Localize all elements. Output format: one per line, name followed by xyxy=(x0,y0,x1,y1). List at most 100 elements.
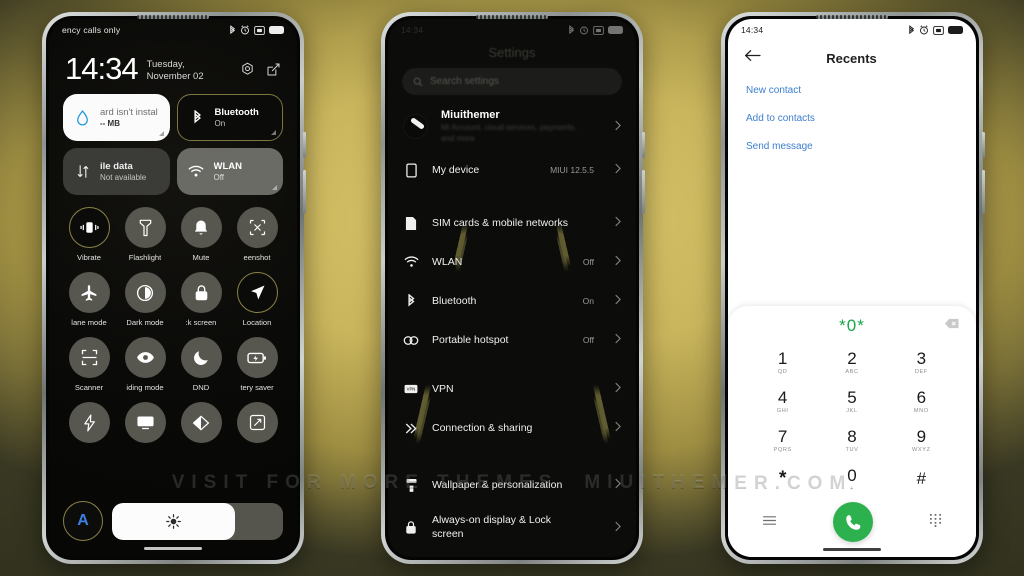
settings-row-wlan[interactable]: WLAN Off xyxy=(388,243,636,282)
brightness-slider[interactable] xyxy=(112,502,283,540)
edit-icon[interactable] xyxy=(266,62,281,77)
quick-tile-screenshot[interactable]: eenshot xyxy=(229,207,285,262)
backspace-icon[interactable] xyxy=(944,316,960,334)
link-new-contact[interactable]: New contact xyxy=(746,85,958,96)
status-icons xyxy=(229,24,284,36)
resize-handle-icon[interactable] xyxy=(272,185,277,190)
card-value: Not available xyxy=(100,173,147,182)
link-add-to-contacts[interactable]: Add to contacts xyxy=(746,113,958,124)
quick-tile-location[interactable]: Location xyxy=(229,272,285,327)
key-5[interactable]: 5 JKL xyxy=(817,383,886,420)
quick-tile-flashlight[interactable]: Flashlight xyxy=(117,207,173,262)
key-hash[interactable]: # xyxy=(887,461,956,498)
resize-handle-icon[interactable] xyxy=(271,130,276,135)
key-2[interactable]: 2 ABC xyxy=(817,344,886,381)
call-button[interactable] xyxy=(833,502,873,542)
water-drop-icon xyxy=(73,108,92,127)
key-8[interactable]: 8 TUV xyxy=(817,422,886,459)
settings-row-wallpaper[interactable]: Wallpaper & personalization xyxy=(388,466,636,505)
key-1[interactable]: 1 QD xyxy=(748,344,817,381)
phone-notification-shade: ency calls only 14:34 Tuesday, November … xyxy=(42,12,306,564)
status-bar: 14:34 xyxy=(728,19,976,41)
settings-row-portable-hotspot[interactable]: Portable hotspot Off xyxy=(388,321,636,360)
keypad-dots-icon[interactable] xyxy=(929,513,942,532)
quick-tile-scanner[interactable]: Scanner xyxy=(61,337,117,392)
chevron-right-icon xyxy=(614,331,621,349)
chevron-right-icon xyxy=(614,161,621,179)
account-name: Miuithemer xyxy=(441,109,500,121)
quick-tile-label: Mute xyxy=(192,253,210,262)
settings-row-label: Portable hotspot xyxy=(432,333,509,346)
settings-row-always-on-display[interactable]: Always-on display & Lock screen xyxy=(388,505,636,551)
dialer-footer xyxy=(728,498,976,548)
volume-button[interactable] xyxy=(303,170,306,214)
quick-tile-reading-mode[interactable]: iding mode xyxy=(117,337,173,392)
card-title: Bluetooth xyxy=(214,107,259,118)
settings-row-vpn[interactable]: VPN VPN xyxy=(388,370,636,409)
settings-row-bluetooth[interactable]: Bluetooth On xyxy=(388,282,636,321)
settings-row-label: WLAN xyxy=(432,255,463,268)
link-send-message[interactable]: Send message xyxy=(746,141,958,152)
key-sub: WXYZ xyxy=(912,447,931,453)
settings-row-my-device[interactable]: My device MIUI 12.5.5 xyxy=(388,151,636,190)
airplane-icon xyxy=(68,272,110,313)
screenshot-icon xyxy=(933,25,944,35)
screen-rotate-icon[interactable] xyxy=(236,402,278,443)
settings-row-label: VPN xyxy=(432,382,454,395)
resize-handle-icon[interactable] xyxy=(158,131,164,136)
search-input[interactable]: Search settings xyxy=(402,68,622,95)
key-sub: MNO xyxy=(913,408,929,414)
status-bar: 14:34 xyxy=(388,19,636,41)
home-indicator[interactable] xyxy=(144,547,202,550)
key-sub: PQRS xyxy=(773,447,792,453)
key-3[interactable]: 3 DEF xyxy=(887,344,956,381)
quick-tile-mute[interactable]: Mute xyxy=(173,207,229,262)
toggle-card-mobile-data[interactable]: ile data Not available xyxy=(63,148,170,195)
battery-icon xyxy=(948,26,963,34)
quick-tile-airplane-mode[interactable]: lane mode xyxy=(61,272,117,327)
toggle-card-storage[interactable]: ard isn't instal -- MB xyxy=(63,94,170,141)
key-4[interactable]: 4 GHI xyxy=(748,383,817,420)
settings-row-sim-cards[interactable]: SIM cards & mobile networks xyxy=(388,204,636,243)
keypad-sheet: *0* 1 QD 2 ABC 3 DEF 4 GHI 5 JKL 6 MNO 7 PQRS 8 xyxy=(728,306,976,557)
auto-brightness-button[interactable]: A xyxy=(63,501,103,541)
settings-row-connection-sharing[interactable]: Connection & sharing xyxy=(388,409,636,448)
dialed-number-row: *0* xyxy=(728,314,976,336)
key-6[interactable]: 6 MNO xyxy=(887,383,956,420)
key-9[interactable]: 9 WXYZ xyxy=(887,422,956,459)
key-digit: # xyxy=(916,469,927,488)
quick-tile-vibrate[interactable]: Vibrate xyxy=(61,207,117,262)
power-button[interactable] xyxy=(642,132,645,158)
power-button[interactable] xyxy=(303,132,306,158)
reading-contrast-icon[interactable] xyxy=(180,402,222,443)
bluetooth-icon xyxy=(909,24,915,34)
volume-button[interactable] xyxy=(642,170,645,214)
home-indicator[interactable] xyxy=(823,548,881,551)
moon-icon xyxy=(180,337,222,378)
volume-button[interactable] xyxy=(982,170,985,214)
key-0[interactable]: 0 + xyxy=(817,461,886,498)
key-sub: JKL xyxy=(846,408,858,414)
quick-tile-lock-screen[interactable]: :k screen xyxy=(173,272,229,327)
alarm-icon xyxy=(920,25,928,35)
key-sub: ABC xyxy=(845,369,859,375)
quick-tile-battery-saver[interactable]: tery saver xyxy=(229,337,285,392)
toggle-card-wlan[interactable]: WLAN Off xyxy=(176,148,283,195)
settings-row-label: Bluetooth xyxy=(432,294,477,307)
quick-tile-dark-mode[interactable]: Dark mode xyxy=(117,272,173,327)
bluetooth-icon xyxy=(188,108,207,127)
key-digit: * xyxy=(778,468,787,489)
chevron-right-icon xyxy=(614,118,621,136)
card-value: -- MB xyxy=(100,119,120,128)
key-7[interactable]: 7 PQRS xyxy=(748,422,817,459)
power-button[interactable] xyxy=(982,132,985,158)
menu-lines-icon[interactable] xyxy=(762,513,777,531)
cast-screen-icon[interactable] xyxy=(124,402,166,443)
quick-tile-dnd[interactable]: DND xyxy=(173,337,229,392)
account-row[interactable]: Miuithemer Mi Account, cloud services, p… xyxy=(388,107,636,151)
key-star[interactable]: * xyxy=(748,461,817,498)
lightning-icon[interactable] xyxy=(68,402,110,443)
quick-tile-label: Scanner xyxy=(74,383,104,392)
settings-gear-icon[interactable] xyxy=(240,62,255,77)
toggle-card-bluetooth[interactable]: Bluetooth On xyxy=(176,94,283,141)
